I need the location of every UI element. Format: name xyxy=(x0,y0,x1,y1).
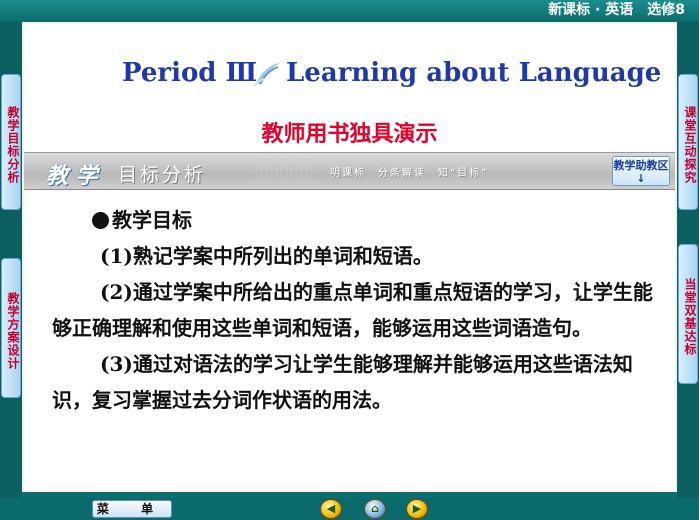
left-tab-objectives[interactable]: 教学目标分析 xyxy=(1,74,21,210)
objective-item-1: (1)熟记学案中所列出的单词和短语。 xyxy=(100,244,433,268)
left-tab-design[interactable]: 教学方案设计 xyxy=(1,258,21,398)
banner-word-1: 教 学 xyxy=(46,164,98,189)
objective-item-2: (2)通过学案中所给出的重点单词和重点短语的学习，让学生能够正确理解和使用这些单… xyxy=(52,280,653,340)
bullet-icon xyxy=(92,211,109,229)
course-label: 新课标 · 英语 选修8 xyxy=(548,2,685,18)
banner-tagline: 明课标 分条解读 知“目标” xyxy=(330,168,489,179)
slide-panel: Period Ⅲ Learning about Language 教师用书独具演… xyxy=(22,22,677,492)
forward-icon[interactable]: ▶ xyxy=(406,499,428,519)
objective-item-3: (3)通过对语法的学习让学生能够理解并能够运用这些语法知识，复习掌握过去分词作状… xyxy=(52,352,633,412)
menu-button[interactable]: 菜 单 xyxy=(92,500,172,518)
subtitle: 教师用书独具演示 xyxy=(261,122,438,147)
top-bar: 新课标 · 英语 选修8 xyxy=(0,0,699,22)
back-icon[interactable]: ◀ xyxy=(320,499,342,519)
content-heading: 教学目标 xyxy=(92,202,662,238)
teaching-help-button[interactable]: 教学助教区↓ xyxy=(612,156,670,186)
right-tab-practice[interactable]: 当堂双基达标 xyxy=(678,244,698,384)
section-banner: 教 学 目标分析 明课标 分条解读 知“目标” 教学助教区↓ xyxy=(24,152,675,190)
right-tab-interaction[interactable]: 课堂互动探究 xyxy=(678,74,698,210)
title-row: Period Ⅲ Learning about Language xyxy=(24,58,675,98)
bottom-bar: 菜 单 ◀ ⌂ ▶ xyxy=(0,498,699,520)
lesson-title: Learning about Language xyxy=(286,58,662,88)
period-title: Period Ⅲ xyxy=(122,58,258,88)
content: 教学目标 (1)熟记学案中所列出的单词和短语。 (2)通过学案中所给出的重点单词… xyxy=(52,202,662,418)
swirl-icon xyxy=(253,63,280,87)
banner-dots xyxy=(254,157,314,185)
home-icon[interactable]: ⌂ xyxy=(364,499,386,519)
banner-word-2: 目标分析 xyxy=(118,164,207,186)
heading-text: 教学目标 xyxy=(112,208,192,232)
